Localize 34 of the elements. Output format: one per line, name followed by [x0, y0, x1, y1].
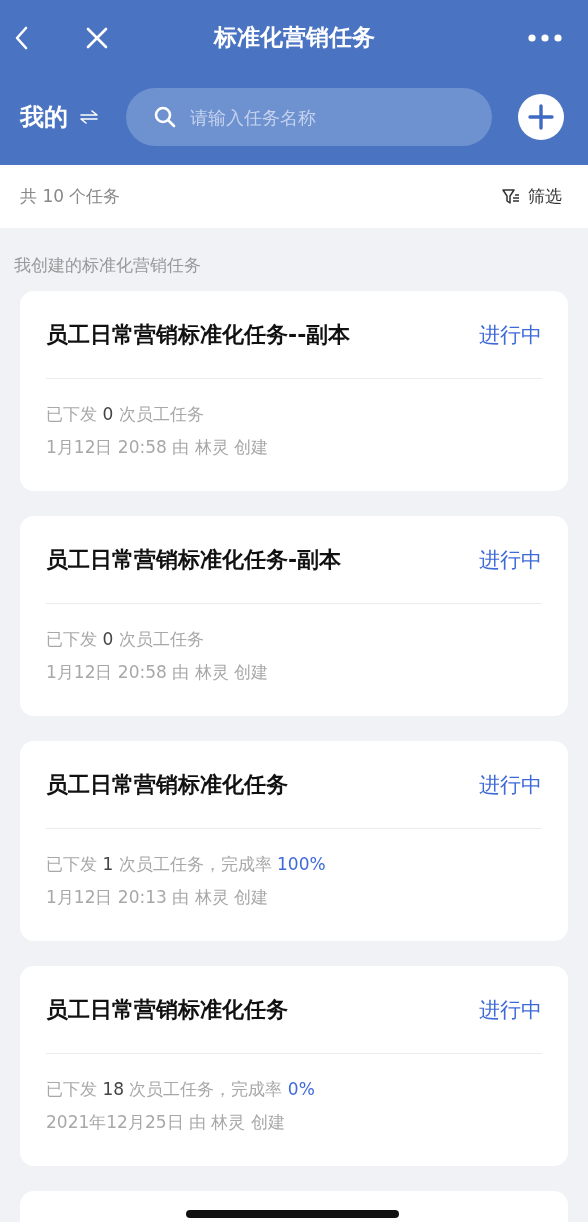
filter-icon: [502, 188, 520, 205]
task-title: 员工日常营销标准化任务-副本: [46, 545, 342, 574]
search-field[interactable]: 请输入任务名称: [188, 105, 472, 129]
section-title: 我创建的标准化营销任务: [13, 254, 202, 277]
task-title: 员工日常营销标准化任务: [46, 770, 288, 799]
task-title: 员工日常营销标准化任务: [46, 995, 288, 1024]
more-icon[interactable]: [528, 33, 562, 42]
task-count: 共 10 个任务: [20, 185, 121, 208]
task-stats: 已下发 18 次员工任务，完成率 0%: [46, 1078, 316, 1101]
search-bar[interactable]: 请输入任务名称: [126, 88, 492, 146]
scope-label[interactable]: 我的: [20, 101, 68, 133]
close-icon[interactable]: [86, 26, 108, 49]
task-status: 进行中: [479, 996, 542, 1024]
task-status: 进行中: [479, 546, 542, 574]
task-title: 员工日常营销标准化任务--副本: [46, 320, 351, 349]
filter-button[interactable]: 筛选: [502, 185, 562, 208]
task-created: 2021年12月25日 由 林灵 创建: [46, 1111, 286, 1134]
task-card[interactable]: 员工日常营销标准化任务-副本 进行中 已下发 0 次员工任务 1月12日 20:58 由 林灵 创建: [20, 516, 568, 716]
search-icon: [154, 106, 176, 128]
task-stats: 已下发 1 次员工任务，完成率 100%: [46, 853, 327, 876]
swap-icon[interactable]: [80, 110, 98, 124]
page-title: 标准化营销任务: [213, 23, 375, 52]
add-button[interactable]: [518, 94, 564, 140]
task-card[interactable]: 员工日常营销标准化任务 进行中 已下发 1 次员工任务，完成率 100% 1月12日 20:13 由 林灵 创建: [20, 741, 568, 941]
task-status: 进行中: [479, 321, 542, 349]
task-card[interactable]: 员工日常营销标准化任务 进行中 已下发 18 次员工任务，完成率 0% 2021年12月25日 由 林灵 创建: [20, 966, 568, 1166]
task-status: 进行中: [479, 771, 542, 799]
task-card[interactable]: 员工日常营销标准化任务--副本 进行中 已下发 0 次员工任务 1月12日 20:58 由 林灵 创建: [20, 291, 568, 491]
task-stats: 已下发 0 次员工任务: [46, 403, 205, 426]
task-stats: 已下发 0 次员工任务: [46, 628, 205, 651]
back-icon[interactable]: [14, 25, 28, 50]
task-created: 1月12日 20:58 由 林灵 创建: [46, 436, 270, 459]
task-created: 1月12日 20:58 由 林灵 创建: [46, 661, 270, 684]
task-created: 1月12日 20:13 由 林灵 创建: [46, 886, 270, 909]
